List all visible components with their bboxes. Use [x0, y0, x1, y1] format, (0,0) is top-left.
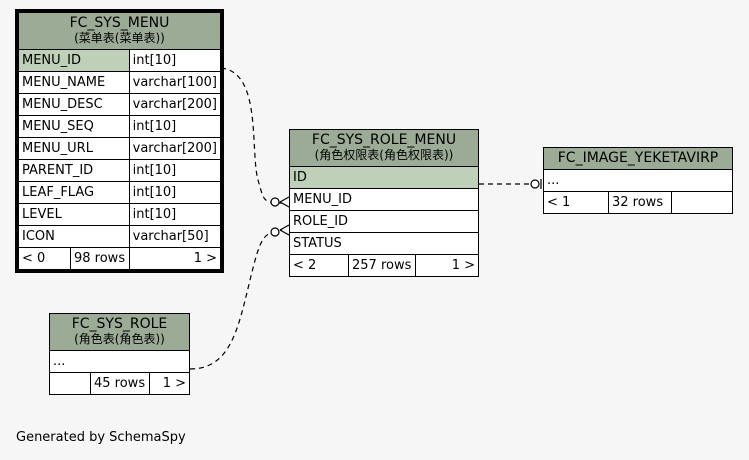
- parents-count: < 2: [289, 254, 349, 277]
- table-name: FC_SYS_MENU: [69, 15, 170, 31]
- parents-count: < 0: [18, 247, 71, 270]
- column-name: MENU_DESC: [18, 93, 130, 116]
- column-name: MENU_URL: [18, 137, 130, 160]
- children-count: 1 >: [149, 372, 190, 395]
- table-fc-sys-role-menu[interactable]: FC_SYS_ROLE_MENU (角色权限表(角色权限表)) ID MENU_…: [289, 129, 479, 277]
- row-count: 98 rows: [70, 247, 130, 270]
- column-name: ICON: [18, 225, 130, 248]
- table-comment: (角色表(角色表)): [74, 332, 165, 346]
- column-name: ROLE_ID: [289, 210, 479, 233]
- column-name: PARENT_ID: [18, 159, 130, 182]
- table-header: FC_IMAGE_YEKETAVIRP: [543, 147, 733, 170]
- column-name: MENU_SEQ: [18, 115, 130, 138]
- crowfoot-circle-role-id: [270, 227, 280, 237]
- connector-menu-to-role-menu: [220, 67, 283, 204]
- table-fc-sys-role[interactable]: FC_SYS_ROLE (角色表(角色表)) ... 45 rows 1 >: [49, 313, 190, 395]
- column-type: int[10]: [128, 203, 222, 226]
- column-name: MENU_ID: [18, 49, 130, 72]
- table-name: FC_SYS_ROLE_MENU: [311, 132, 457, 148]
- column-type: int[10]: [128, 159, 222, 182]
- crowfoot-circle-menu-id: [270, 197, 280, 207]
- row-count: 32 rows: [608, 191, 672, 214]
- column-type: int[10]: [128, 49, 222, 72]
- column-name: ...: [49, 350, 190, 373]
- column-name: MENU_ID: [289, 188, 479, 211]
- table-name: FC_SYS_ROLE: [71, 316, 168, 332]
- children-count: 1 >: [128, 247, 222, 270]
- table-fc-image-yeketavirp[interactable]: FC_IMAGE_YEKETAVIRP ... < 1 32 rows: [543, 147, 733, 214]
- column-type: varchar[200]: [128, 137, 222, 160]
- crowfoot-circle-image: [530, 179, 540, 189]
- table-header: FC_SYS_MENU (菜单表(菜单表)): [18, 12, 221, 50]
- generated-by-label: Generated by SchemaSpy: [16, 430, 186, 445]
- table-comment: (菜单表(菜单表)): [74, 31, 165, 45]
- column-name: ...: [543, 169, 733, 192]
- table-header: FC_SYS_ROLE (角色表(角色表)): [49, 313, 190, 351]
- column-name: ID: [289, 166, 479, 189]
- parents-count: [49, 372, 91, 395]
- table-comment: (角色权限表(角色权限表)): [314, 148, 454, 162]
- column-type: int[10]: [128, 181, 222, 204]
- children-count: [671, 191, 733, 214]
- row-count: 45 rows: [90, 372, 150, 395]
- column-name: STATUS: [289, 232, 479, 255]
- table-name: FC_IMAGE_YEKETAVIRP: [557, 150, 719, 166]
- column-name: LEAF_FLAG: [18, 181, 130, 204]
- column-name: LEVEL: [18, 203, 130, 226]
- table-header: FC_SYS_ROLE_MENU (角色权限表(角色权限表)): [289, 129, 479, 167]
- column-type: varchar[100]: [128, 71, 222, 94]
- column-type: int[10]: [128, 115, 222, 138]
- column-type: varchar[200]: [128, 93, 222, 116]
- column-type: varchar[50]: [128, 225, 222, 248]
- row-count: 257 rows: [348, 254, 416, 277]
- children-count: 1 >: [415, 254, 479, 277]
- parents-count: < 1: [543, 191, 609, 214]
- table-fc-sys-menu[interactable]: FC_SYS_MENU (菜单表(菜单表)) MENU_ID int[10] M…: [15, 9, 224, 273]
- column-name: MENU_NAME: [18, 71, 130, 94]
